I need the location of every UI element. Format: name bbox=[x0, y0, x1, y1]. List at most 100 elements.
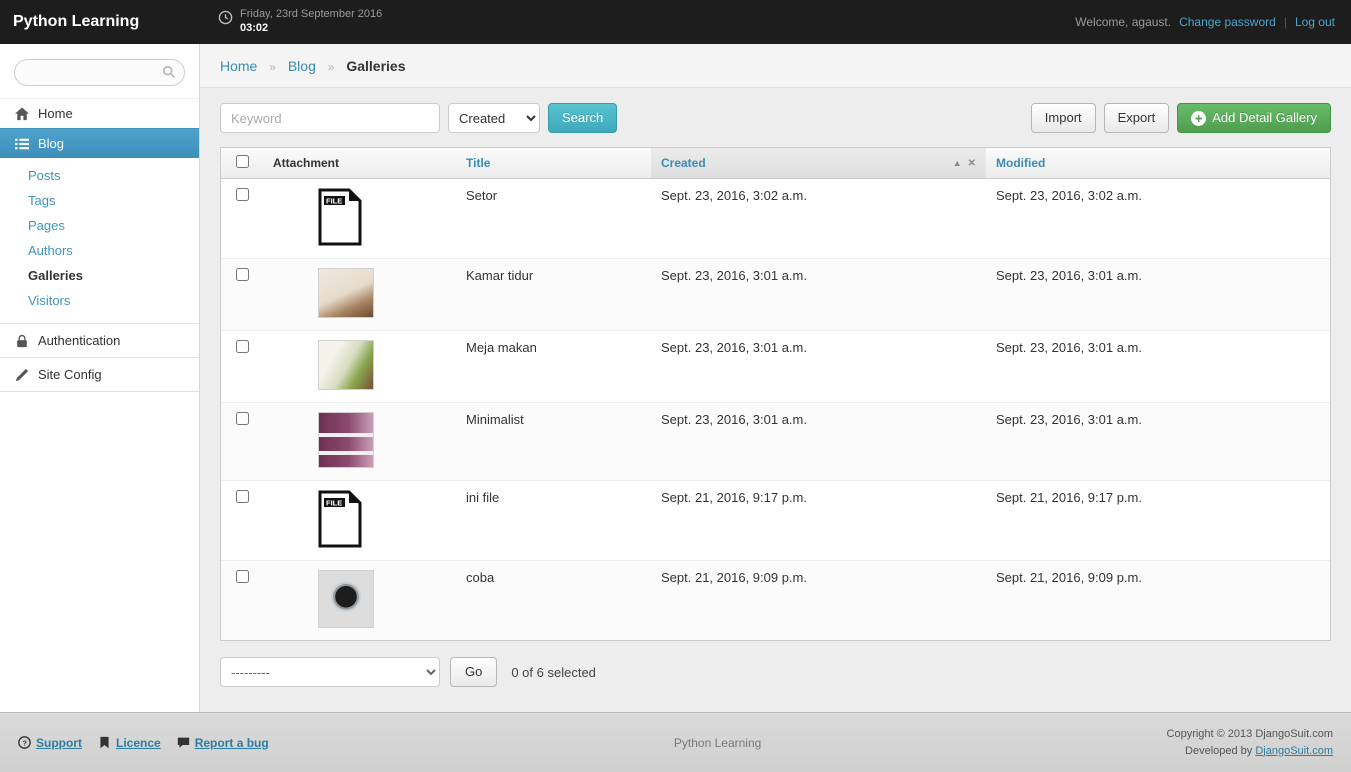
row-checkbox[interactable] bbox=[235, 188, 249, 201]
sidebar-item-posts[interactable]: Posts bbox=[0, 163, 199, 188]
file-icon: FILE bbox=[318, 490, 362, 548]
home-icon bbox=[15, 106, 29, 120]
breadcrumb-current: Galleries bbox=[346, 58, 406, 74]
footer: ? Support Licence Report a bug Python Le… bbox=[0, 712, 1351, 772]
row-checkbox[interactable] bbox=[235, 490, 249, 503]
pagination-range: 1 - 6 bbox=[220, 711, 246, 712]
row-title[interactable]: Minimalist bbox=[466, 412, 524, 427]
row-checkbox[interactable] bbox=[235, 412, 249, 425]
breadcrumb-home[interactable]: Home bbox=[220, 58, 257, 74]
licence-link[interactable]: Licence bbox=[98, 736, 161, 750]
sort-by-modified-link[interactable]: Modified bbox=[996, 156, 1045, 170]
search-button[interactable]: Search bbox=[548, 103, 618, 133]
bedroom-photo bbox=[318, 268, 374, 318]
row-created: Sept. 21, 2016, 9:09 p.m. bbox=[661, 570, 807, 585]
row-modified: Sept. 23, 2016, 3:01 a.m. bbox=[996, 340, 1142, 355]
table-row: FILE Setor Sept. 23, 2016, 3:02 a.m. Sep… bbox=[221, 178, 1330, 259]
report-bug-link[interactable]: Report a bug bbox=[177, 736, 269, 750]
welcome-text: Welcome, agaust. bbox=[1075, 15, 1172, 29]
wall-shelf-photo bbox=[318, 412, 374, 468]
select-all-checkbox[interactable] bbox=[235, 155, 249, 168]
go-button[interactable]: Go bbox=[450, 657, 498, 687]
sidebar-item-blog[interactable]: Blog bbox=[0, 128, 199, 158]
add-detail-gallery-button[interactable]: + Add Detail Gallery bbox=[1177, 103, 1331, 133]
galleries-table: Attachment Title Created Modifie bbox=[220, 147, 1331, 641]
lock-icon bbox=[17, 334, 27, 347]
keyword-input[interactable] bbox=[220, 103, 440, 133]
row-checkbox[interactable] bbox=[235, 570, 249, 583]
clock-icon bbox=[218, 10, 233, 25]
sidebar-item-galleries[interactable]: Galleries bbox=[0, 263, 199, 288]
change-password-link[interactable]: Change password bbox=[1179, 15, 1276, 29]
row-title[interactable]: coba bbox=[466, 570, 494, 585]
pagination-separator: / bbox=[256, 711, 260, 712]
search-icon bbox=[162, 65, 175, 78]
list-icon bbox=[15, 138, 29, 149]
attachment-thumbnail[interactable] bbox=[318, 340, 374, 390]
app-title: Python Learning bbox=[13, 13, 140, 30]
sidebar-item-pages[interactable]: Pages bbox=[0, 213, 199, 238]
sort-ascending-icon[interactable] bbox=[953, 158, 962, 168]
row-modified: Sept. 23, 2016, 3:01 a.m. bbox=[996, 268, 1142, 283]
sidebar-item-visitors[interactable]: Visitors bbox=[0, 288, 199, 313]
sidebar-item-home[interactable]: Home bbox=[0, 98, 199, 128]
table-row: Minimalist Sept. 23, 2016, 3:01 a.m. Sep… bbox=[221, 402, 1330, 481]
action-select[interactable]: --------- bbox=[220, 657, 440, 687]
export-button[interactable]: Export bbox=[1103, 103, 1170, 133]
sidebar: Home Blog Posts Tags Pages Authors Galle… bbox=[0, 44, 200, 712]
pagination: 1 - 6 / 6 Galleries bbox=[220, 711, 1331, 712]
column-header-title: Title bbox=[456, 148, 651, 179]
topbar-date: Friday, 23rd September 2016 bbox=[240, 8, 383, 21]
column-header-attachment: Attachment bbox=[263, 148, 456, 179]
top-bar: Python Learning Friday, 23rd September 2… bbox=[0, 0, 1351, 44]
row-created: Sept. 21, 2016, 9:17 p.m. bbox=[661, 490, 807, 505]
row-title[interactable]: Meja makan bbox=[466, 340, 537, 355]
sort-by-title-link[interactable]: Title bbox=[466, 156, 490, 170]
logout-link[interactable]: Log out bbox=[1295, 15, 1335, 29]
attachment-thumbnail[interactable] bbox=[318, 268, 374, 318]
row-title[interactable]: Kamar tidur bbox=[466, 268, 533, 283]
row-title[interactable]: ini file bbox=[466, 490, 499, 505]
search-field-select[interactable]: Created bbox=[448, 103, 540, 133]
sort-by-created-link[interactable]: Created bbox=[661, 156, 706, 170]
djangosuit-link[interactable]: DjangoSuit.com bbox=[1255, 745, 1333, 757]
attachment-thumbnail[interactable]: FILE bbox=[318, 188, 362, 246]
pencil-icon bbox=[15, 368, 29, 381]
support-link[interactable]: ? Support bbox=[18, 736, 82, 750]
copyright-text: Copyright © 2013 DjangoSuit.com bbox=[1166, 728, 1333, 740]
main-content: Home » Blog » Galleries Created Search I… bbox=[200, 44, 1351, 712]
breadcrumb-blog[interactable]: Blog bbox=[288, 58, 316, 74]
row-modified: Sept. 21, 2016, 9:17 p.m. bbox=[996, 490, 1142, 505]
attachment-thumbnail[interactable] bbox=[318, 570, 374, 628]
table-row: coba Sept. 21, 2016, 9:09 p.m. Sept. 21,… bbox=[221, 560, 1330, 640]
import-button[interactable]: Import bbox=[1030, 103, 1096, 133]
comment-icon bbox=[177, 737, 189, 748]
row-modified: Sept. 23, 2016, 3:01 a.m. bbox=[996, 412, 1142, 427]
sidebar-item-site-config[interactable]: Site Config bbox=[0, 358, 199, 392]
sidebar-item-authentication[interactable]: Authentication bbox=[0, 324, 199, 358]
row-checkbox[interactable] bbox=[235, 340, 249, 353]
dining-room-photo bbox=[318, 340, 374, 390]
sidebar-search-input[interactable] bbox=[14, 59, 185, 86]
column-header-created: Created bbox=[651, 148, 986, 179]
attachment-thumbnail[interactable]: FILE bbox=[318, 490, 362, 548]
plus-icon: + bbox=[1191, 110, 1207, 126]
action-bar: --------- Go 0 of 6 selected bbox=[220, 657, 1331, 687]
sidebar-item-tags[interactable]: Tags bbox=[0, 188, 199, 213]
attachment-thumbnail[interactable] bbox=[318, 412, 374, 468]
row-created: Sept. 23, 2016, 3:01 a.m. bbox=[661, 412, 807, 427]
topbar-time: 03:02 bbox=[240, 22, 269, 34]
row-checkbox[interactable] bbox=[235, 268, 249, 281]
svg-text:FILE: FILE bbox=[326, 499, 342, 508]
file-icon: FILE bbox=[318, 188, 362, 246]
breadcrumb-separator: » bbox=[327, 60, 335, 74]
remove-sort-icon[interactable] bbox=[968, 158, 976, 169]
row-title[interactable]: Setor bbox=[466, 188, 497, 203]
svg-text:FILE: FILE bbox=[326, 197, 342, 206]
bookmark-icon bbox=[100, 736, 109, 749]
row-created: Sept. 23, 2016, 3:01 a.m. bbox=[661, 340, 807, 355]
sidebar-item-authors[interactable]: Authors bbox=[0, 238, 199, 263]
clock-widget: Friday, 23rd September 2016 03:02 bbox=[218, 8, 382, 36]
sidebar-item-label: Authentication bbox=[38, 333, 121, 348]
row-modified: Sept. 21, 2016, 9:09 p.m. bbox=[996, 570, 1142, 585]
